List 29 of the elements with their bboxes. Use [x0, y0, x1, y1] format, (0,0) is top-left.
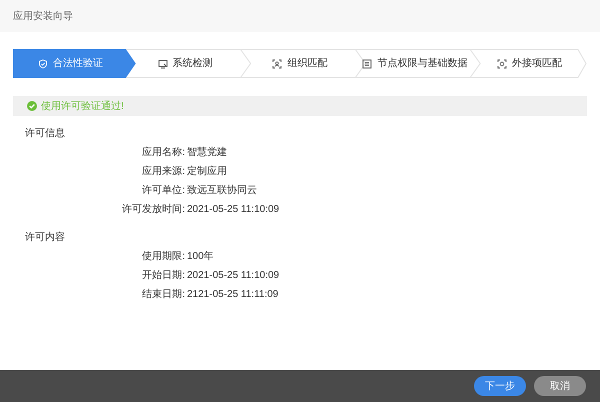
field-label: 应用名称: [141, 146, 185, 160]
field-value: 2021-05-25 11:10:09 [187, 268, 280, 282]
success-icon [27, 101, 37, 111]
next-button[interactable]: 下一步 [474, 376, 526, 396]
field-value: 定制应用 [187, 164, 227, 178]
step-tab[interactable]: 系统检测 [128, 49, 243, 78]
window-title: 应用安装向导 [13, 10, 73, 24]
target-icon [497, 58, 508, 68]
step-tab[interactable]: 组织匹配 [242, 49, 358, 78]
field-value: 2021-05-25 11:10:09 [187, 202, 280, 216]
field-label: 许可发放时间: [121, 202, 185, 216]
monitor-icon [158, 58, 168, 68]
field-label: 结束日期: [141, 288, 185, 302]
field-value: 100年 [187, 250, 214, 264]
field-value: 2121-05-25 11:11:09 [187, 288, 278, 302]
field-value: 致远互联协同云 [187, 184, 257, 198]
field-value: 智慧党建 [187, 146, 227, 160]
section-title: 许可内容 [25, 230, 66, 244]
field-label: 开始日期: [141, 268, 185, 282]
scan-icon [272, 58, 282, 68]
field-label: 使用期限: [141, 250, 185, 264]
success-message: 使用许可验证通过! [41, 100, 124, 114]
field-label: 应用来源: [141, 164, 185, 178]
step-tab[interactable]: 节点权限与基础数据 [357, 49, 472, 78]
section-title: 许可信息 [25, 126, 66, 140]
step-tab[interactable]: 外接项匹配 [472, 49, 587, 78]
shield-icon [38, 58, 48, 68]
field-label: 许可单位: [141, 184, 185, 198]
list-icon [362, 58, 372, 68]
